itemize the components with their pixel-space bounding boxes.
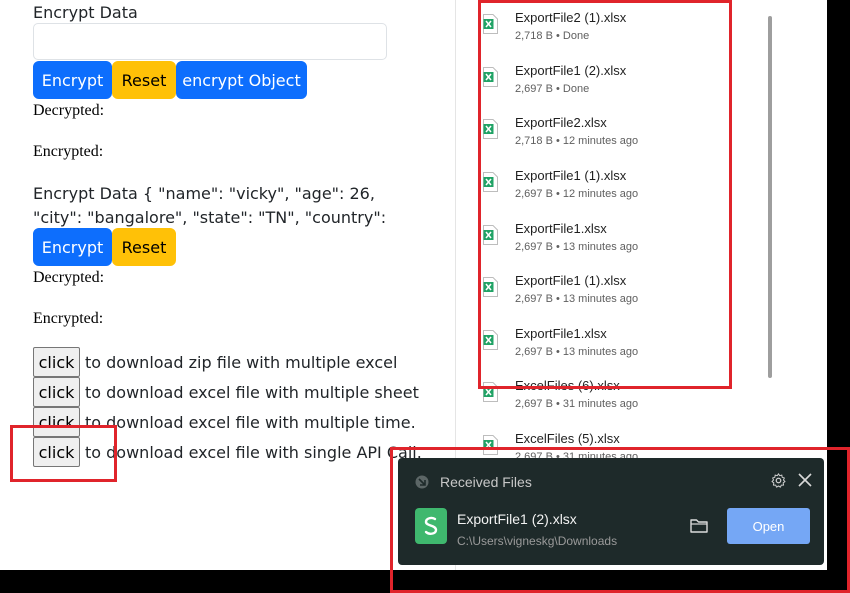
encrypted-object-label: Encrypted:: [33, 310, 104, 327]
encrypt-data-label: Encrypt Data: [33, 3, 138, 22]
notification-file-name: ExportFile1 (2).xlsx: [457, 511, 577, 527]
download-zip-text: to download zip file with multiple excel: [85, 352, 398, 372]
folder-icon[interactable]: [690, 518, 708, 533]
encrypt-data-input[interactable]: [33, 23, 387, 60]
download-multiple-time-text: to download excel file with multiple tim…: [85, 412, 416, 432]
encrypted-label: Encrypted:: [33, 143, 104, 160]
encrypt-object-button[interactable]: encrypt Object: [176, 61, 307, 99]
spreadsheet-app-icon: [415, 508, 447, 544]
download-multiple-sheet-text: to download excel file with multiple she…: [85, 382, 419, 402]
download-single-api-text: to download excel file with single API C…: [85, 442, 422, 462]
download-file-name: ExcelFiles (5).xlsx: [515, 431, 620, 446]
encrypt-object-reset-button[interactable]: Reset: [112, 228, 176, 266]
web-page: Encrypt Data Encrypt Reset encrypt Objec…: [0, 0, 455, 570]
open-file-button[interactable]: Open: [727, 508, 810, 544]
close-icon[interactable]: [798, 473, 812, 487]
decrypted-object-label: Decrypted:: [33, 269, 105, 286]
download-multiple-sheet-button[interactable]: click: [33, 377, 80, 407]
downloads-highlight-box: [478, 0, 732, 389]
notification-title: Received Files: [440, 474, 532, 490]
download-file-meta: 2,697 B • 31 minutes ago: [515, 398, 639, 410]
notification-file-path: C:\Users\vigneskg\Downloads: [457, 534, 618, 548]
encrypt-object-encrypt-button[interactable]: Encrypt: [33, 228, 112, 266]
downloads-scrollbar[interactable]: [768, 16, 772, 378]
download-zip-row: click to download zip file with multiple…: [33, 347, 397, 377]
settings-gear-icon[interactable]: [770, 472, 787, 489]
download-multiple-sheet-row: click to download excel file with multip…: [33, 377, 419, 407]
decrypted-label: Decrypted:: [33, 102, 105, 119]
encrypt-button[interactable]: Encrypt: [33, 61, 112, 99]
reset-button[interactable]: Reset: [112, 61, 176, 99]
received-files-notification: Received Files ExportFile1 (2).xlsx C:\U…: [398, 458, 824, 565]
received-files-icon: [415, 475, 429, 489]
click-highlight-box: [10, 425, 117, 482]
download-zip-button[interactable]: click: [33, 347, 80, 377]
